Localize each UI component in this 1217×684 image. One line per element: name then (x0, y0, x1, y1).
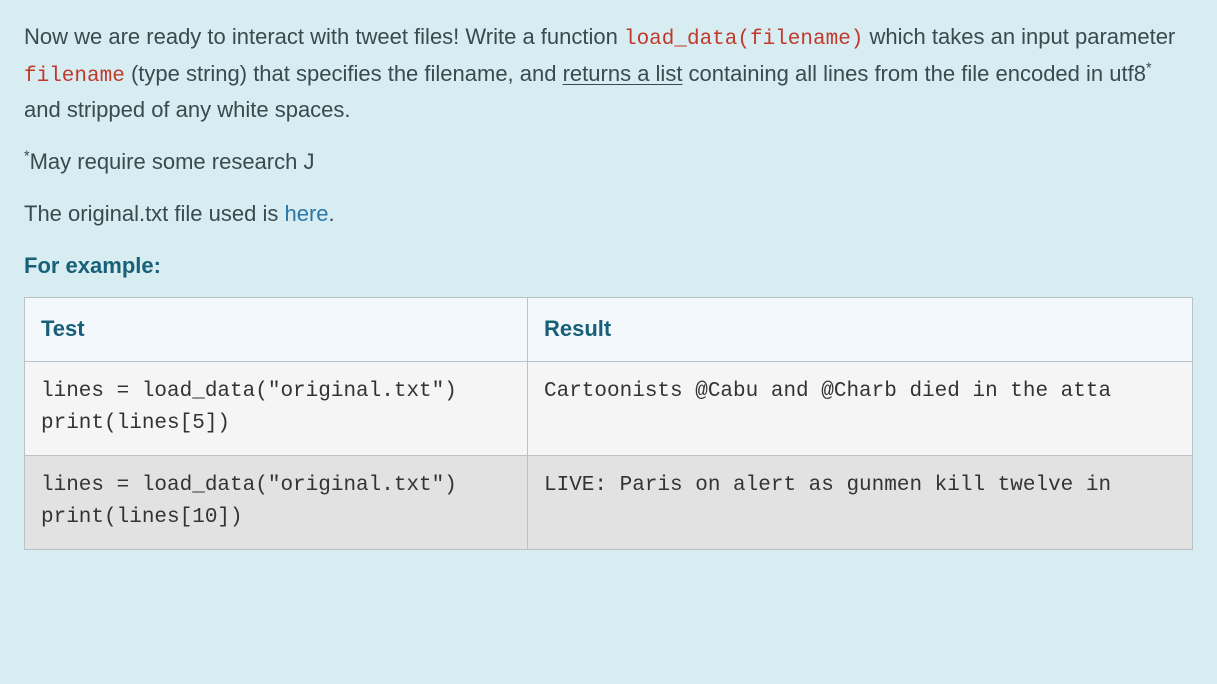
cell-test: lines = load_data("original.txt") print(… (25, 361, 528, 455)
intro-text-4: containing all lines from the file encod… (682, 61, 1146, 86)
example-table: Test Result lines = load_data("original.… (24, 297, 1193, 549)
intro-text-3: (type string) that specifies the filenam… (125, 61, 563, 86)
header-test: Test (25, 298, 528, 361)
cell-result: LIVE: Paris on alert as gunmen kill twel… (528, 455, 1193, 549)
intro-text-1: Now we are ready to interact with tweet … (24, 24, 624, 49)
file-sentence-after: . (329, 201, 335, 226)
cell-test: lines = load_data("original.txt") print(… (25, 455, 528, 549)
question-panel: Now we are ready to interact with tweet … (0, 0, 1217, 574)
intro-underlined: returns a list (563, 61, 683, 86)
intro-paragraph: Now we are ready to interact with tweet … (24, 20, 1193, 127)
example-label: For example: (24, 249, 1193, 283)
file-sentence: The original.txt file used is here. (24, 197, 1193, 231)
intro-footnote-marker: * (1146, 60, 1152, 76)
table-row: lines = load_data("original.txt") print(… (25, 455, 1193, 549)
code-load-data: load_data(filename) (624, 28, 863, 51)
here-link[interactable]: here (284, 201, 328, 226)
footnote-text: May require some research J (30, 149, 315, 174)
intro-text-2: which takes an input parameter (863, 24, 1175, 49)
table-header-row: Test Result (25, 298, 1193, 361)
footnote-paragraph: *May require some research J (24, 145, 1193, 179)
code-filename: filename (24, 65, 125, 88)
cell-result: Cartoonists @Cabu and @Charb died in the… (528, 361, 1193, 455)
file-sentence-before: The original.txt file used is (24, 201, 284, 226)
intro-text-5: and stripped of any white spaces. (24, 97, 351, 122)
table-row: lines = load_data("original.txt") print(… (25, 361, 1193, 455)
header-result: Result (528, 298, 1193, 361)
